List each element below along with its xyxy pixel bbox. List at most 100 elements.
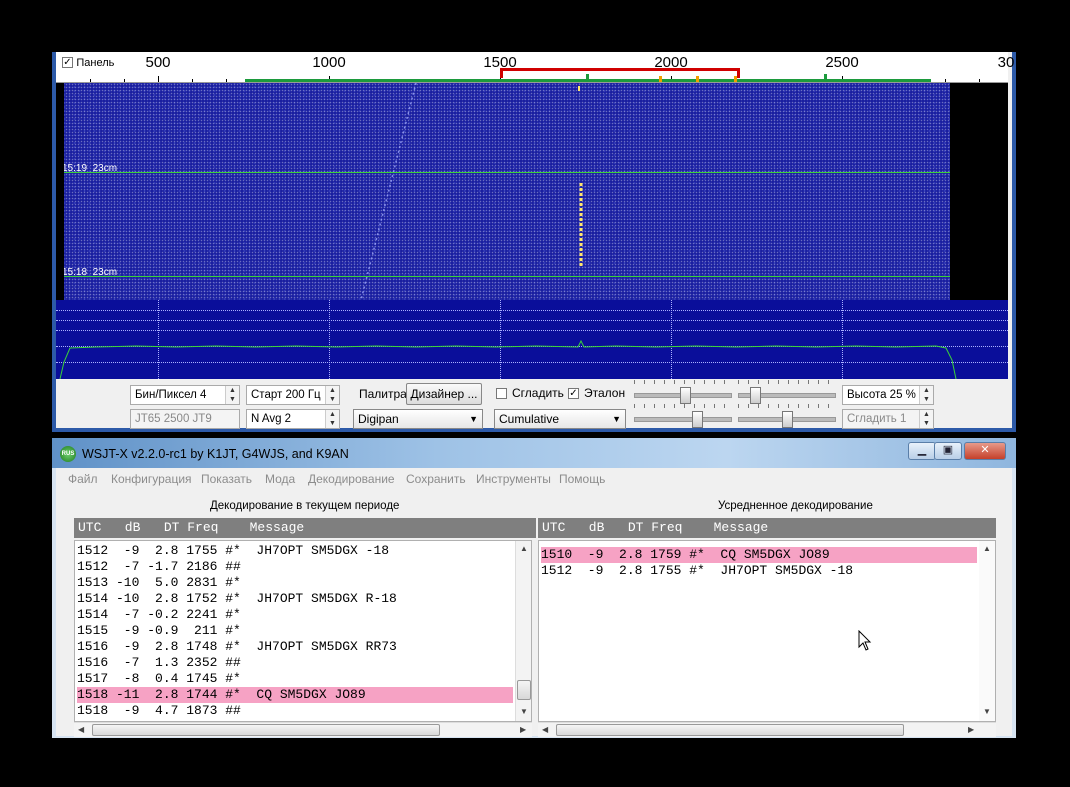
spin-arrows-icon[interactable]: ▲ ▼ xyxy=(325,386,339,404)
menu-tools[interactable]: Инструменты xyxy=(476,472,551,486)
smooth-spinbox[interactable]: Сгладить 1 ▲ ▼ xyxy=(842,409,934,429)
spin-arrows-icon[interactable]: ▲ ▼ xyxy=(325,410,339,428)
smooth-label: Сгладить xyxy=(512,386,564,400)
start-frequency-spinbox[interactable]: Старт 200 Гц ▲ ▼ xyxy=(246,385,340,405)
scroll-thumb[interactable] xyxy=(517,680,531,700)
freq-tick-label: 2500 xyxy=(825,54,859,71)
app-icon: RUS xyxy=(60,446,76,462)
list-item[interactable]: 1513 -10 5.0 2831 #* xyxy=(77,575,513,591)
scroll-left-icon[interactable]: ◀ xyxy=(542,725,548,734)
spin-arrows-icon[interactable]: ▲ ▼ xyxy=(919,386,933,404)
tx-marker-left-edge xyxy=(500,68,503,78)
start-frequency-value: Старт 200 Гц xyxy=(251,389,321,401)
close-button[interactable]: ✕ xyxy=(964,442,1006,460)
scale-tick xyxy=(945,79,946,82)
scroll-left-icon[interactable]: ◀ xyxy=(78,725,84,734)
tx-frequency-marker[interactable] xyxy=(500,68,740,71)
list-item-highlighted[interactable]: 1518 -11 2.8 1744 #* CQ SM5DGX JO89 xyxy=(77,687,513,703)
gain-slider-thumb[interactable] xyxy=(680,387,691,404)
averaged-header: UTC dB DT Freq Message xyxy=(538,518,996,538)
waterfall-band: 23cm xyxy=(92,163,118,174)
menu-mode[interactable]: Мода xyxy=(265,472,295,486)
menu-file[interactable]: Файл xyxy=(68,472,98,486)
minimize-button[interactable]: ▁ xyxy=(908,442,936,460)
band-activity-header: UTC dB DT Freq Message xyxy=(74,518,536,538)
menu-decode[interactable]: Декодирование xyxy=(308,472,395,486)
height-spinbox[interactable]: Высота 25 % ▲ ▼ xyxy=(842,385,934,405)
panel-label: Панель xyxy=(76,56,115,69)
palette-select[interactable]: Digipan ▼ xyxy=(353,409,483,429)
list-item[interactable]: 1512 -7 -1.7 2186 ## xyxy=(77,559,513,575)
plot-gain-slider-thumb[interactable] xyxy=(692,411,703,428)
n-avg-spinbox[interactable]: N Avg 2 ▲ ▼ xyxy=(246,409,340,429)
list-item[interactable]: 1515 -9 -0.9 211 #* xyxy=(77,623,513,639)
spectrum-display[interactable] xyxy=(56,300,1008,379)
scroll-up-icon[interactable]: ▲ xyxy=(983,544,991,553)
scroll-down-icon[interactable]: ▼ xyxy=(520,707,528,716)
list-item[interactable]: 1516 -7 1.3 2352 ## xyxy=(77,655,513,671)
horizontal-scrollbar[interactable]: ◀ ▶ xyxy=(538,722,996,737)
band-activity-title: Декодирование в текущем периоде xyxy=(210,500,400,512)
scroll-down-icon[interactable]: ▼ xyxy=(983,707,991,716)
scroll-up-icon[interactable]: ▲ xyxy=(520,544,528,553)
freq-tick-label: 500 xyxy=(145,54,171,71)
scroll-thumb[interactable] xyxy=(556,724,904,736)
mode-info-value: JT65 2500 JT9 xyxy=(135,413,212,425)
rx-marker xyxy=(586,74,589,80)
palette-select-value: Digipan xyxy=(358,412,399,426)
zero-slider-thumb[interactable] xyxy=(750,387,761,404)
averaged-list[interactable]: 1510 -9 2.8 1759 #* CQ SM5DGX JO89 1512 … xyxy=(538,540,996,722)
vertical-scrollbar[interactable]: ▲ ▼ xyxy=(515,541,531,721)
vertical-scrollbar[interactable]: ▲ ▼ xyxy=(979,541,995,721)
waterfall-time-line xyxy=(56,172,1008,173)
horizontal-scrollbar[interactable]: ◀ ▶ xyxy=(74,722,532,737)
bins-per-pixel-spinbox[interactable]: Бин/Пиксел 4 ▲ ▼ xyxy=(130,385,240,405)
scale-tick xyxy=(979,79,980,82)
spectrum-trace xyxy=(59,339,957,379)
plot-gain-slider-track[interactable] xyxy=(634,417,732,422)
reference-checkbox[interactable]: ✓ xyxy=(568,388,579,399)
scroll-thumb[interactable] xyxy=(92,724,440,736)
title-bar[interactable]: RUS WSJT-X v2.2.0-rc1 by K1JT, G4WJS, an… xyxy=(52,438,1016,468)
menu-help[interactable]: Помощь xyxy=(559,472,605,486)
list-item[interactable]: 1514 -7 -0.2 2241 #* xyxy=(77,607,513,623)
decode-marker xyxy=(734,76,737,82)
waterfall-band: 23cm xyxy=(92,267,118,278)
list-item[interactable]: 1516 -9 2.8 1748 #* JH7OPT SM5DGX RR73 xyxy=(77,639,513,655)
menu-view[interactable]: Показать xyxy=(201,472,252,486)
waterfall-display[interactable]: 15:19 23cm 15:18 23cm xyxy=(56,83,1008,300)
menu-save[interactable]: Сохранить xyxy=(406,472,466,486)
main-window: RUS WSJT-X v2.2.0-rc1 by K1JT, G4WJS, an… xyxy=(52,438,1016,738)
n-avg-value: N Avg 2 xyxy=(251,413,292,425)
decode-marker xyxy=(696,76,699,82)
scale-tick xyxy=(226,79,227,82)
list-item[interactable]: 1514 -10 2.8 1752 #* JH7OPT SM5DGX R-18 xyxy=(77,591,513,607)
spectrum-type-select[interactable]: Cumulative ▼ xyxy=(494,409,626,429)
list-item-highlighted[interactable]: 1510 -9 2.8 1759 #* CQ SM5DGX JO89 xyxy=(541,547,977,563)
spin-arrows-icon[interactable]: ▲ ▼ xyxy=(225,386,239,404)
list-item[interactable]: 1517 -8 0.4 1745 #* xyxy=(77,671,513,687)
plot-zero-slider-thumb[interactable] xyxy=(782,411,793,428)
panel-checkbox-group[interactable]: ✓ Панель xyxy=(62,55,114,69)
frequency-scale[interactable]: ✓ Панель 500 1000 1500 2000 2500 30 xyxy=(56,52,1014,83)
reference-label: Эталон xyxy=(584,386,626,400)
height-value: Высота 25 % xyxy=(847,389,916,401)
maximize-button[interactable]: ▣ xyxy=(934,442,962,460)
list-item[interactable]: 1512 -9 2.8 1755 #* JH7OPT SM5DGX -18 xyxy=(77,543,513,559)
list-item[interactable]: 1518 -9 4.7 1873 ## xyxy=(77,703,513,719)
scroll-right-icon[interactable]: ▶ xyxy=(520,725,526,734)
designer-button[interactable]: Дизайнер ... xyxy=(406,383,482,405)
smooth-checkbox[interactable] xyxy=(496,388,507,399)
list-item[interactable]: 1512 -9 2.8 1755 #* JH7OPT SM5DGX -18 xyxy=(541,563,977,579)
band-activity-list[interactable]: 1512 -9 2.8 1755 #* JH7OPT SM5DGX -18 15… xyxy=(74,540,532,722)
menu-configuration[interactable]: Конфигурация xyxy=(111,472,192,486)
waterfall-signals xyxy=(360,83,583,300)
mode-info-field: JT65 2500 JT9 xyxy=(130,409,240,429)
scale-tick xyxy=(90,79,91,82)
spin-arrows-icon[interactable]: ▲ ▼ xyxy=(919,410,933,428)
scroll-right-icon[interactable]: ▶ xyxy=(968,725,974,734)
decode-marker xyxy=(659,76,662,82)
menu-bar: Файл Конфигурация Показать Мода Декодиро… xyxy=(56,468,1012,490)
panel-checkbox[interactable]: ✓ xyxy=(62,57,73,69)
main-content: Декодирование в текущем периоде UTC dB D… xyxy=(56,490,1012,737)
